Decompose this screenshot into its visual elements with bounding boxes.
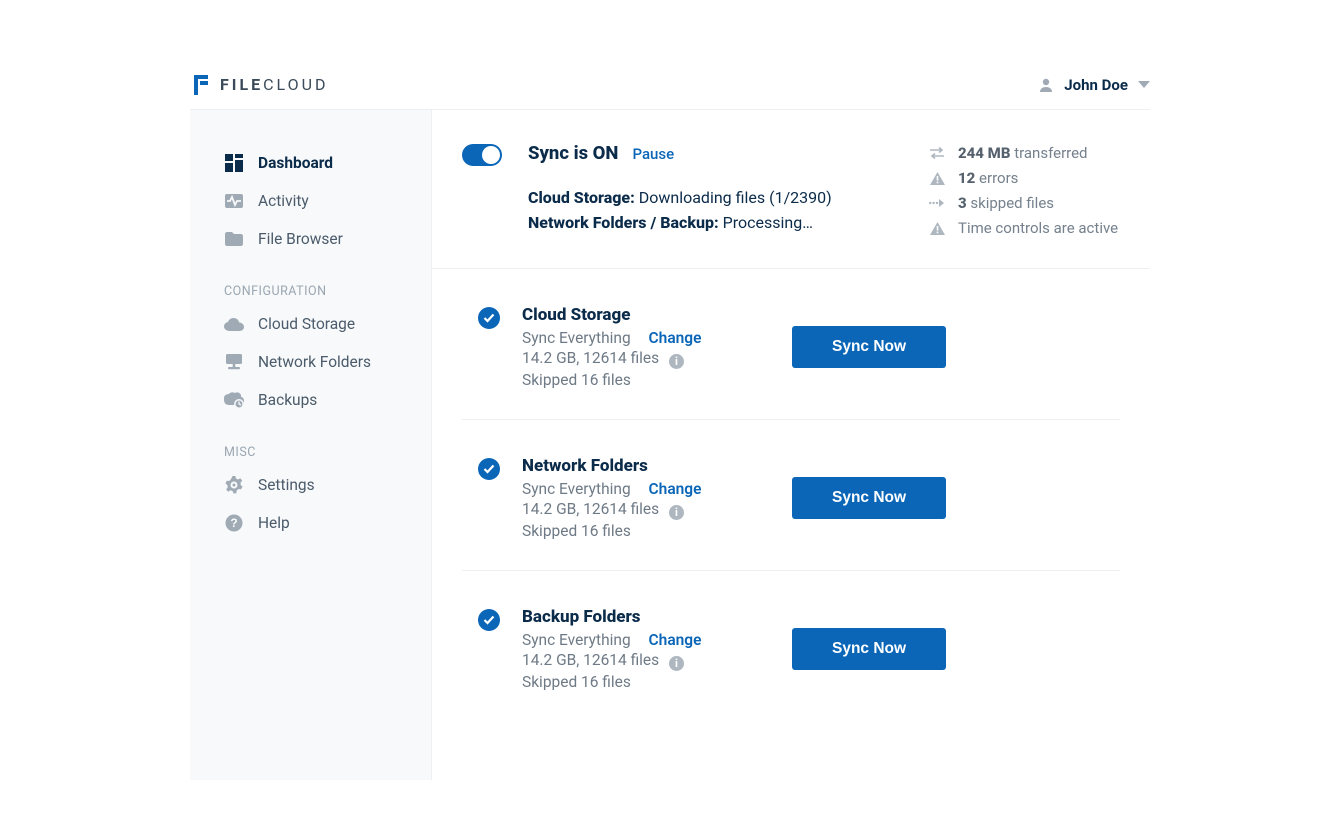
change-link[interactable]: Change (649, 329, 702, 347)
stat-errors: 12 errors (928, 169, 1150, 187)
brand-logo-icon (190, 73, 212, 97)
sidebar-item-cloud-storage[interactable]: Cloud Storage (190, 305, 431, 343)
check-icon (478, 458, 500, 480)
brand-name: FILECLOUD (220, 75, 329, 94)
check-icon (478, 609, 500, 631)
pause-link[interactable]: Pause (632, 145, 674, 163)
network-icon (224, 354, 244, 370)
cloud-icon (224, 318, 244, 331)
info-icon[interactable]: i (669, 505, 684, 520)
main-content: Sync is ON Pause Cloud Storage: Download… (432, 110, 1150, 780)
sidebar-item-help[interactable]: ? Help (190, 504, 431, 542)
sync-now-button[interactable]: Sync Now (792, 326, 946, 368)
sidebar-section-config: CONFIGURATION (190, 258, 431, 305)
card-mode: Sync Everything (522, 329, 631, 347)
sidebar: Dashboard Activity File Browser (190, 110, 432, 780)
sync-card-network-folders: Network Folders Sync Everything Change 1… (462, 420, 1120, 571)
sidebar-item-backups[interactable]: Backups (190, 381, 431, 419)
sidebar-item-activity[interactable]: Activity (190, 182, 431, 220)
card-title: Backup Folders (522, 607, 792, 627)
status-cloud-row: Cloud Storage: Downloading files (1/2390… (528, 188, 908, 207)
app-header: FILECLOUD John Doe (190, 60, 1150, 110)
sidebar-item-label: File Browser (258, 230, 343, 248)
backup-icon (224, 392, 244, 408)
user-name: John Doe (1064, 76, 1128, 94)
svg-text:?: ? (230, 516, 237, 530)
sidebar-item-label: Backups (258, 391, 317, 409)
stat-timecontrol: Time controls are active (928, 219, 1150, 237)
sync-now-button[interactable]: Sync Now (792, 628, 946, 670)
stat-transferred: 244 MB transferred (928, 144, 1150, 162)
card-stats: 14.2 GB, 12614 files (522, 651, 659, 669)
sidebar-item-network-folders[interactable]: Network Folders (190, 343, 431, 381)
sidebar-item-dashboard[interactable]: Dashboard (190, 144, 431, 182)
sidebar-item-label: Help (258, 514, 290, 532)
sidebar-item-file-browser[interactable]: File Browser (190, 220, 431, 258)
chevron-down-icon (1138, 81, 1150, 88)
card-mode: Sync Everything (522, 631, 631, 649)
sync-status-panel: Sync is ON Pause Cloud Storage: Download… (432, 110, 1150, 269)
info-icon[interactable]: i (669, 656, 684, 671)
sidebar-item-label: Dashboard (258, 154, 333, 172)
gear-icon (224, 476, 244, 494)
sync-now-button[interactable]: Sync Now (792, 477, 946, 519)
info-icon[interactable]: i (669, 354, 684, 369)
sidebar-section-misc: MISC (190, 419, 431, 466)
sidebar-item-label: Activity (258, 192, 309, 210)
help-icon: ? (224, 514, 244, 532)
sync-card-cloud-storage: Cloud Storage Sync Everything Change 14.… (462, 269, 1120, 420)
sync-cards: Cloud Storage Sync Everything Change 14.… (432, 269, 1150, 721)
sidebar-item-settings[interactable]: Settings (190, 466, 431, 504)
brand: FILECLOUD (190, 73, 329, 97)
change-link[interactable]: Change (649, 480, 702, 498)
card-skipped: Skipped 16 files (522, 371, 792, 389)
card-stats: 14.2 GB, 12614 files (522, 349, 659, 367)
folder-icon (224, 232, 244, 246)
status-stats: 244 MB transferred 12 errors (928, 142, 1150, 238)
check-icon (478, 307, 500, 329)
warning-icon (928, 172, 946, 185)
warning-icon (928, 222, 946, 235)
sidebar-item-label: Settings (258, 476, 315, 494)
card-stats: 14.2 GB, 12614 files (522, 500, 659, 518)
user-icon (1038, 77, 1054, 93)
status-network-row: Network Folders / Backup: Processing… (528, 213, 908, 232)
card-mode: Sync Everything (522, 480, 631, 498)
card-title: Network Folders (522, 456, 792, 476)
sync-toggle[interactable] (462, 144, 502, 166)
card-title: Cloud Storage (522, 305, 792, 325)
card-skipped: Skipped 16 files (522, 522, 792, 540)
user-menu[interactable]: John Doe (1038, 76, 1150, 94)
sidebar-item-label: Cloud Storage (258, 315, 355, 333)
sync-status-heading: Sync is ON (528, 142, 618, 164)
sidebar-item-label: Network Folders (258, 353, 371, 371)
dashboard-icon (224, 154, 244, 172)
transfer-icon (928, 147, 946, 159)
change-link[interactable]: Change (649, 631, 702, 649)
skip-icon (928, 198, 946, 208)
stat-skipped: 3 skipped files (928, 194, 1150, 212)
card-skipped: Skipped 16 files (522, 673, 792, 691)
activity-icon (224, 194, 244, 208)
sync-card-backup-folders: Backup Folders Sync Everything Change 14… (462, 571, 1120, 721)
